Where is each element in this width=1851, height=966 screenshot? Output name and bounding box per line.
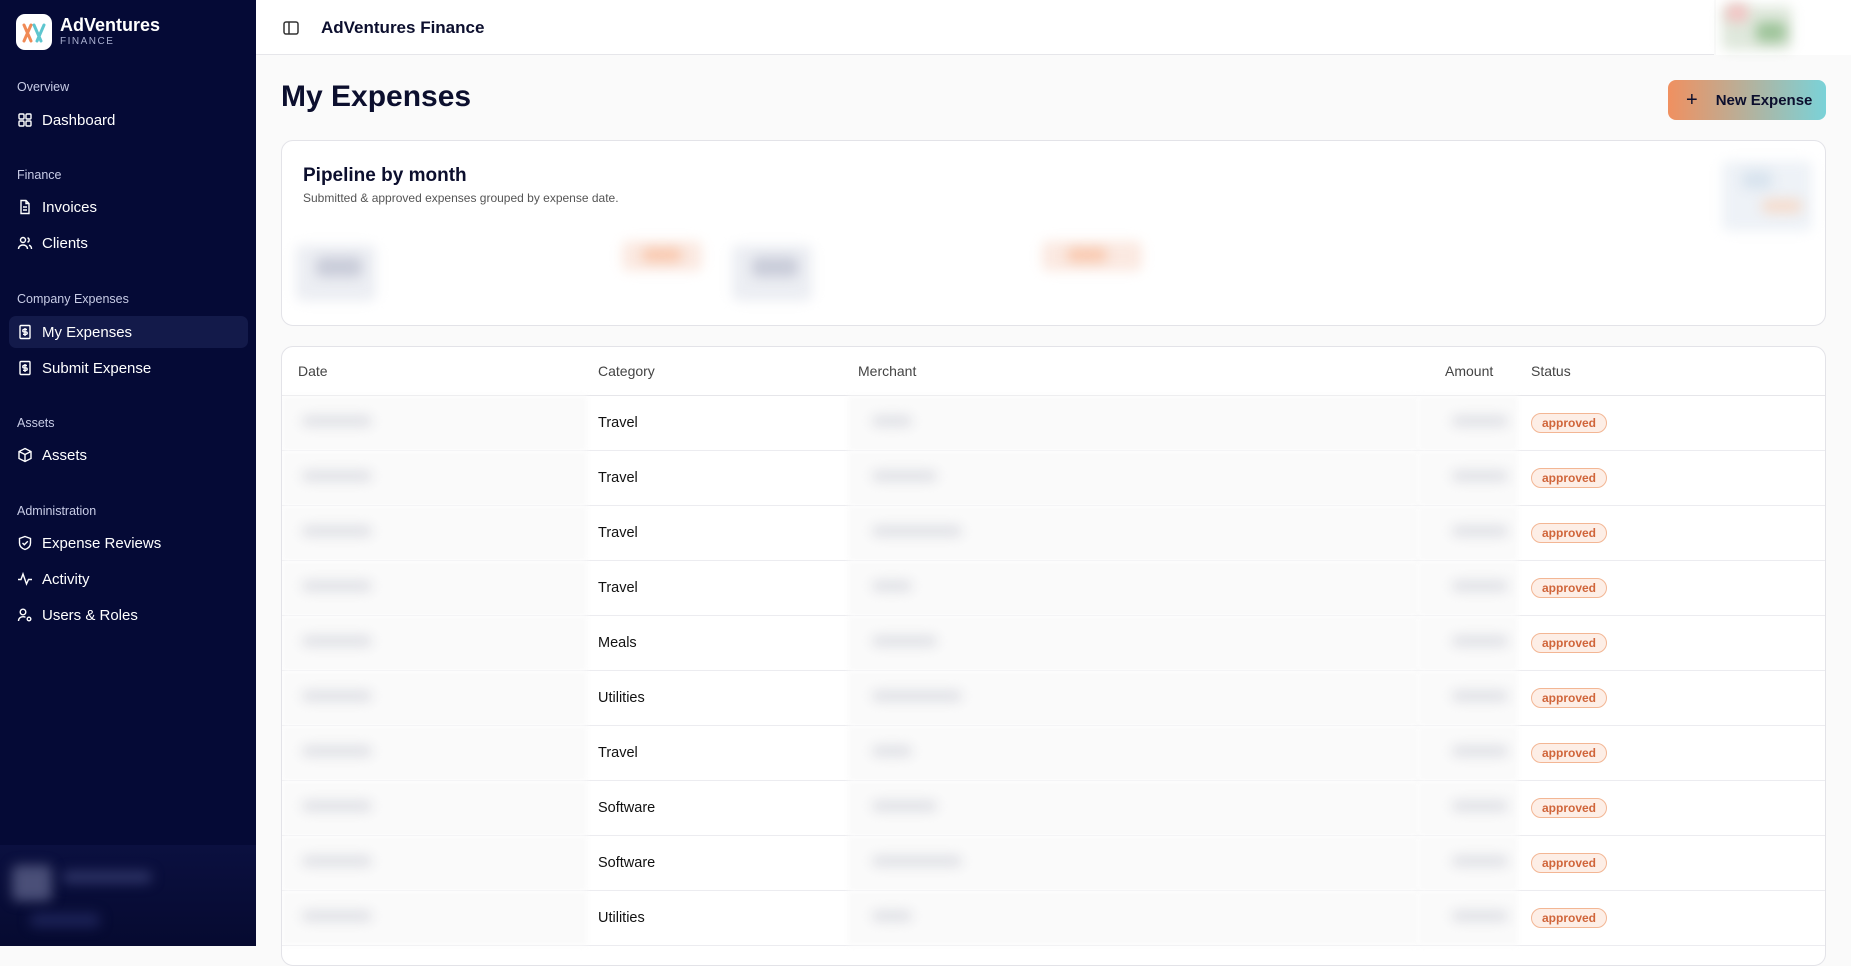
sidebar: AdVentures FINANCE Overview Dashboard Fi…	[0, 0, 256, 946]
brand[interactable]: AdVentures FINANCE	[16, 14, 160, 50]
sidebar-item-label: Dashboard	[42, 111, 116, 129]
pipeline-subtitle: Submitted & approved expenses grouped by…	[303, 191, 619, 205]
category-cell: Travel	[598, 470, 638, 486]
app-title: AdVentures Finance	[321, 18, 485, 37]
section-label-finance: Finance	[17, 168, 62, 182]
column-header-date[interactable]: Date	[298, 363, 328, 379]
sidebar-item-activity[interactable]: Activity	[9, 563, 248, 595]
sidebar-item-label: Assets	[42, 446, 88, 464]
topbar: AdVentures Finance	[256, 0, 1714, 55]
plus-icon: +	[1686, 88, 1698, 111]
table-row[interactable]: Travel approved	[282, 396, 1825, 451]
shield-icon	[17, 535, 33, 551]
status-badge: approved	[1531, 743, 1608, 763]
new-expense-label: New Expense	[1715, 91, 1813, 109]
pipeline-card: Pipeline by month Submitted & approved e…	[281, 140, 1826, 326]
status-badge: approved	[1531, 633, 1608, 653]
section-label-administration: Administration	[17, 504, 97, 518]
sidebar-item-submit-expense[interactable]: Submit Expense	[9, 352, 248, 384]
sidebar-item-label: Activity	[42, 570, 90, 588]
merchant-cell-blurred	[848, 726, 1418, 780]
status-badge: approved	[1531, 908, 1608, 928]
table-row[interactable]: Software approved	[282, 781, 1825, 836]
sidebar-item-label: Expense Reviews	[42, 534, 162, 552]
category-cell: Travel	[598, 525, 638, 541]
sidebar-item-label: Invoices	[42, 198, 98, 216]
column-header-category[interactable]: Category	[598, 363, 655, 379]
logout-blurred[interactable]	[30, 913, 100, 927]
category-cell: Utilities	[598, 910, 645, 926]
sidebar-item-label: Users & Roles	[42, 606, 138, 624]
receipt-icon	[17, 324, 33, 340]
status-badge: approved	[1531, 413, 1608, 433]
table-row[interactable]: Travel approved	[282, 726, 1825, 781]
category-cell: Travel	[598, 580, 638, 596]
sidebar-item-label: Clients	[42, 234, 88, 252]
sidebar-item-dashboard[interactable]: Dashboard	[9, 104, 248, 136]
table-row[interactable]: Travel approved	[282, 561, 1825, 616]
section-label-company-expenses: Company Expenses	[17, 292, 129, 306]
sidebar-item-assets[interactable]: Assets	[9, 439, 248, 471]
status-badge: approved	[1531, 798, 1608, 818]
section-label-overview: Overview	[17, 80, 70, 94]
table-row[interactable]: Meals approved	[282, 616, 1825, 671]
user-profile[interactable]	[0, 845, 256, 946]
brand-name: AdVentures	[60, 15, 161, 35]
table-row[interactable]: Software approved	[282, 836, 1825, 891]
section-label-assets: Assets	[17, 416, 55, 430]
merchant-cell-blurred	[848, 396, 1418, 450]
sidebar-item-invoices[interactable]: Invoices	[9, 191, 248, 223]
table-row[interactable]: Utilities approved	[282, 891, 1825, 946]
column-header-status[interactable]: Status	[1531, 363, 1571, 379]
category-cell: Utilities	[598, 690, 645, 706]
expenses-table: Date Category Merchant Amount Status Tra…	[281, 346, 1826, 966]
brand-logo-icon	[16, 14, 52, 50]
users-icon	[17, 235, 33, 251]
table-row[interactable]: Travel approved	[282, 506, 1825, 561]
activity-icon	[17, 571, 33, 587]
status-badge: approved	[1531, 468, 1608, 488]
column-header-merchant[interactable]: Merchant	[858, 363, 916, 379]
sidebar-item-users-roles[interactable]: Users & Roles	[9, 599, 248, 631]
grid-icon	[17, 112, 33, 128]
table-row[interactable]: Utilities approved	[282, 671, 1825, 726]
status-badge: approved	[1531, 578, 1608, 598]
header-avatar[interactable]	[1716, 0, 1851, 55]
category-cell: Travel	[598, 745, 638, 761]
sidebar-item-clients[interactable]: Clients	[9, 227, 248, 259]
brand-subtitle: FINANCE	[60, 36, 115, 47]
merchant-cell-blurred	[848, 561, 1418, 615]
box-icon	[17, 447, 33, 463]
category-cell: Meals	[598, 635, 637, 651]
column-header-amount[interactable]: Amount	[1445, 363, 1493, 379]
user-cog-icon	[17, 607, 33, 623]
sidebar-item-label: Submit Expense	[42, 359, 152, 377]
category-cell: Travel	[598, 415, 638, 431]
sidebar-toggle-icon[interactable]	[282, 19, 300, 37]
sidebar-item-expense-reviews[interactable]: Expense Reviews	[9, 527, 248, 559]
table-row[interactable]: Travel approved	[282, 451, 1825, 506]
merchant-cell-blurred	[848, 891, 1418, 945]
pipeline-title: Pipeline by month	[303, 165, 467, 186]
page-title: My Expenses	[281, 80, 472, 113]
category-cell: Software	[598, 800, 656, 816]
receipt-icon	[17, 360, 33, 376]
category-cell: Software	[598, 855, 656, 871]
status-badge: approved	[1531, 853, 1608, 873]
sidebar-item-label: My Expenses	[42, 323, 133, 341]
status-badge: approved	[1531, 523, 1608, 543]
user-name-blurred	[62, 871, 152, 883]
sidebar-item-my-expenses[interactable]: My Expenses	[9, 316, 248, 348]
status-badge: approved	[1531, 688, 1608, 708]
new-expense-button[interactable]: + New Expense	[1668, 80, 1826, 120]
avatar	[12, 865, 52, 901]
document-icon	[17, 199, 33, 215]
